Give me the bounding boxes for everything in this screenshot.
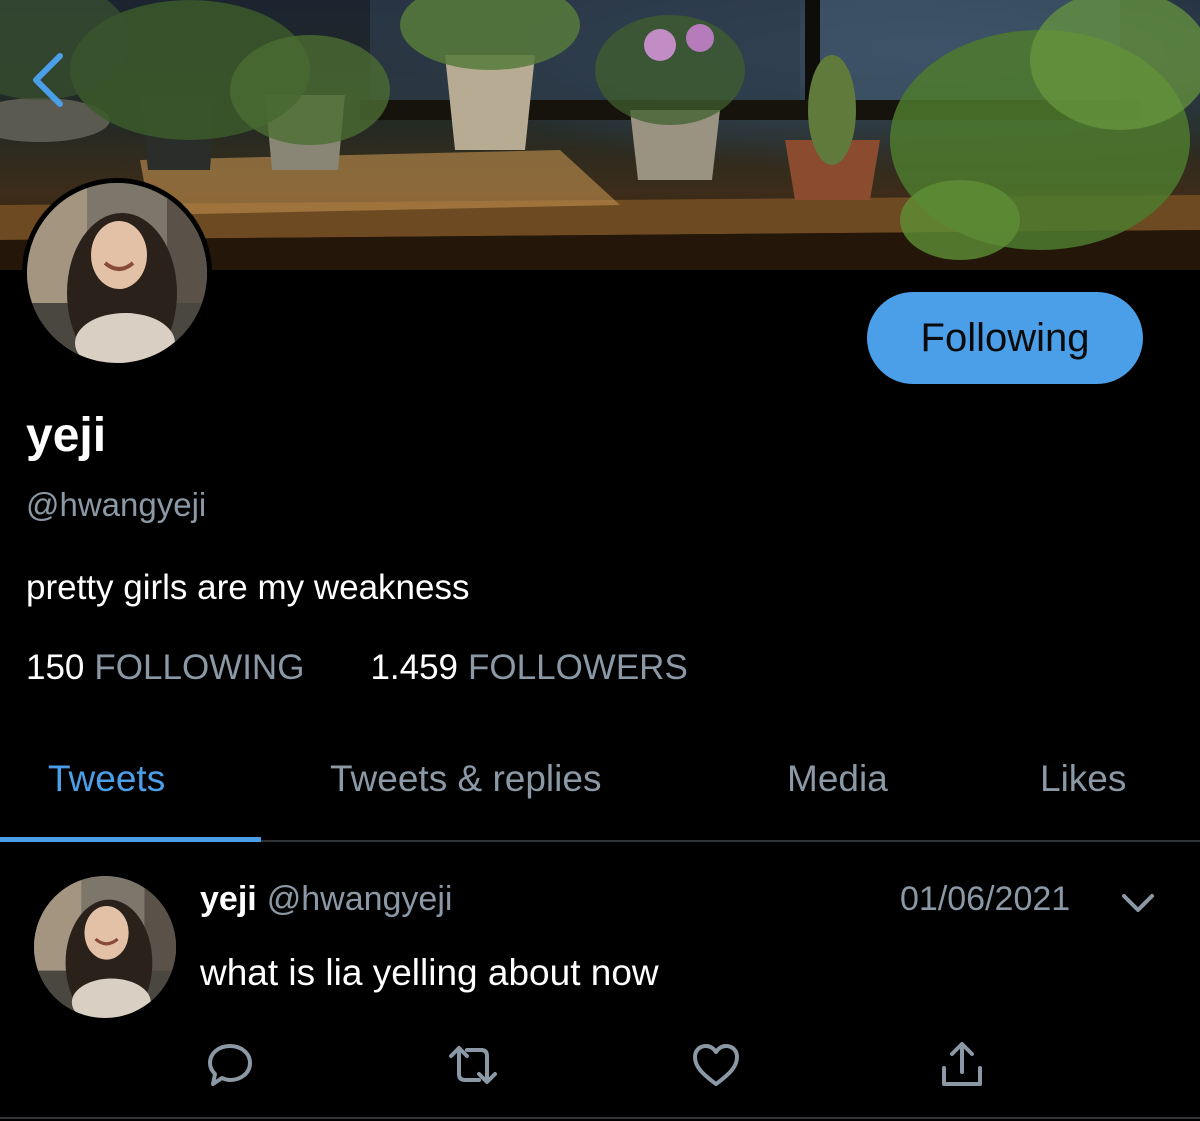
like-icon xyxy=(693,1044,739,1086)
tweet-author-name[interactable]: yeji xyxy=(200,880,257,919)
followers-label: FOLLOWERS xyxy=(468,648,688,687)
tab-tweets-and-replies[interactable]: Tweets & replies xyxy=(330,758,601,800)
profile-tabs: Tweets Tweets & replies Media Likes xyxy=(0,730,1200,842)
tweet-date: 01/06/2021 xyxy=(900,880,1071,918)
tweet-author-handle[interactable]: @hwangyeji xyxy=(267,880,453,919)
tweet-text: what is lia yelling about now xyxy=(200,952,659,993)
back-button[interactable] xyxy=(28,50,88,120)
like-button[interactable] xyxy=(688,1037,744,1093)
avatar-photo xyxy=(27,183,207,363)
tab-likes[interactable]: Likes xyxy=(1040,758,1126,800)
tweet-header: yeji @hwangyeji xyxy=(200,880,452,919)
retweet-icon xyxy=(449,1046,497,1084)
following-count: 150 xyxy=(26,648,85,687)
profile-screen: Following yeji @hwangyeji pretty girls a… xyxy=(0,0,1200,1121)
share-icon xyxy=(942,1042,982,1086)
profile-stats: 150 FOLLOWING 1.459 FOLLOWERS xyxy=(26,648,754,688)
followers-stat[interactable]: 1.459 FOLLOWERS xyxy=(370,648,687,688)
profile-display-name: yeji xyxy=(26,409,107,462)
retweet-button[interactable] xyxy=(445,1037,501,1093)
reply-icon xyxy=(208,1044,252,1086)
divider xyxy=(0,1117,1200,1119)
tweet-menu-button[interactable] xyxy=(1118,888,1158,918)
reply-button[interactable] xyxy=(202,1037,258,1093)
tweet-item[interactable]: yeji @hwangyeji 01/06/2021 what is lia y… xyxy=(0,842,1200,1121)
following-stat[interactable]: 150 FOLLOWING xyxy=(26,648,304,688)
tab-media[interactable]: Media xyxy=(787,758,888,800)
profile-avatar[interactable] xyxy=(22,178,212,368)
following-label: FOLLOWING xyxy=(94,648,305,687)
profile-bio: pretty girls are my weakness xyxy=(26,568,470,607)
tweet-avatar[interactable] xyxy=(34,876,176,1018)
chevron-left-icon xyxy=(33,53,63,107)
chevron-down-icon xyxy=(1122,894,1154,912)
share-button[interactable] xyxy=(934,1037,990,1093)
profile-handle: @hwangyeji xyxy=(26,486,207,523)
followers-count: 1.459 xyxy=(370,648,459,687)
tab-tweets[interactable]: Tweets xyxy=(48,758,165,800)
following-button[interactable]: Following xyxy=(867,292,1143,384)
